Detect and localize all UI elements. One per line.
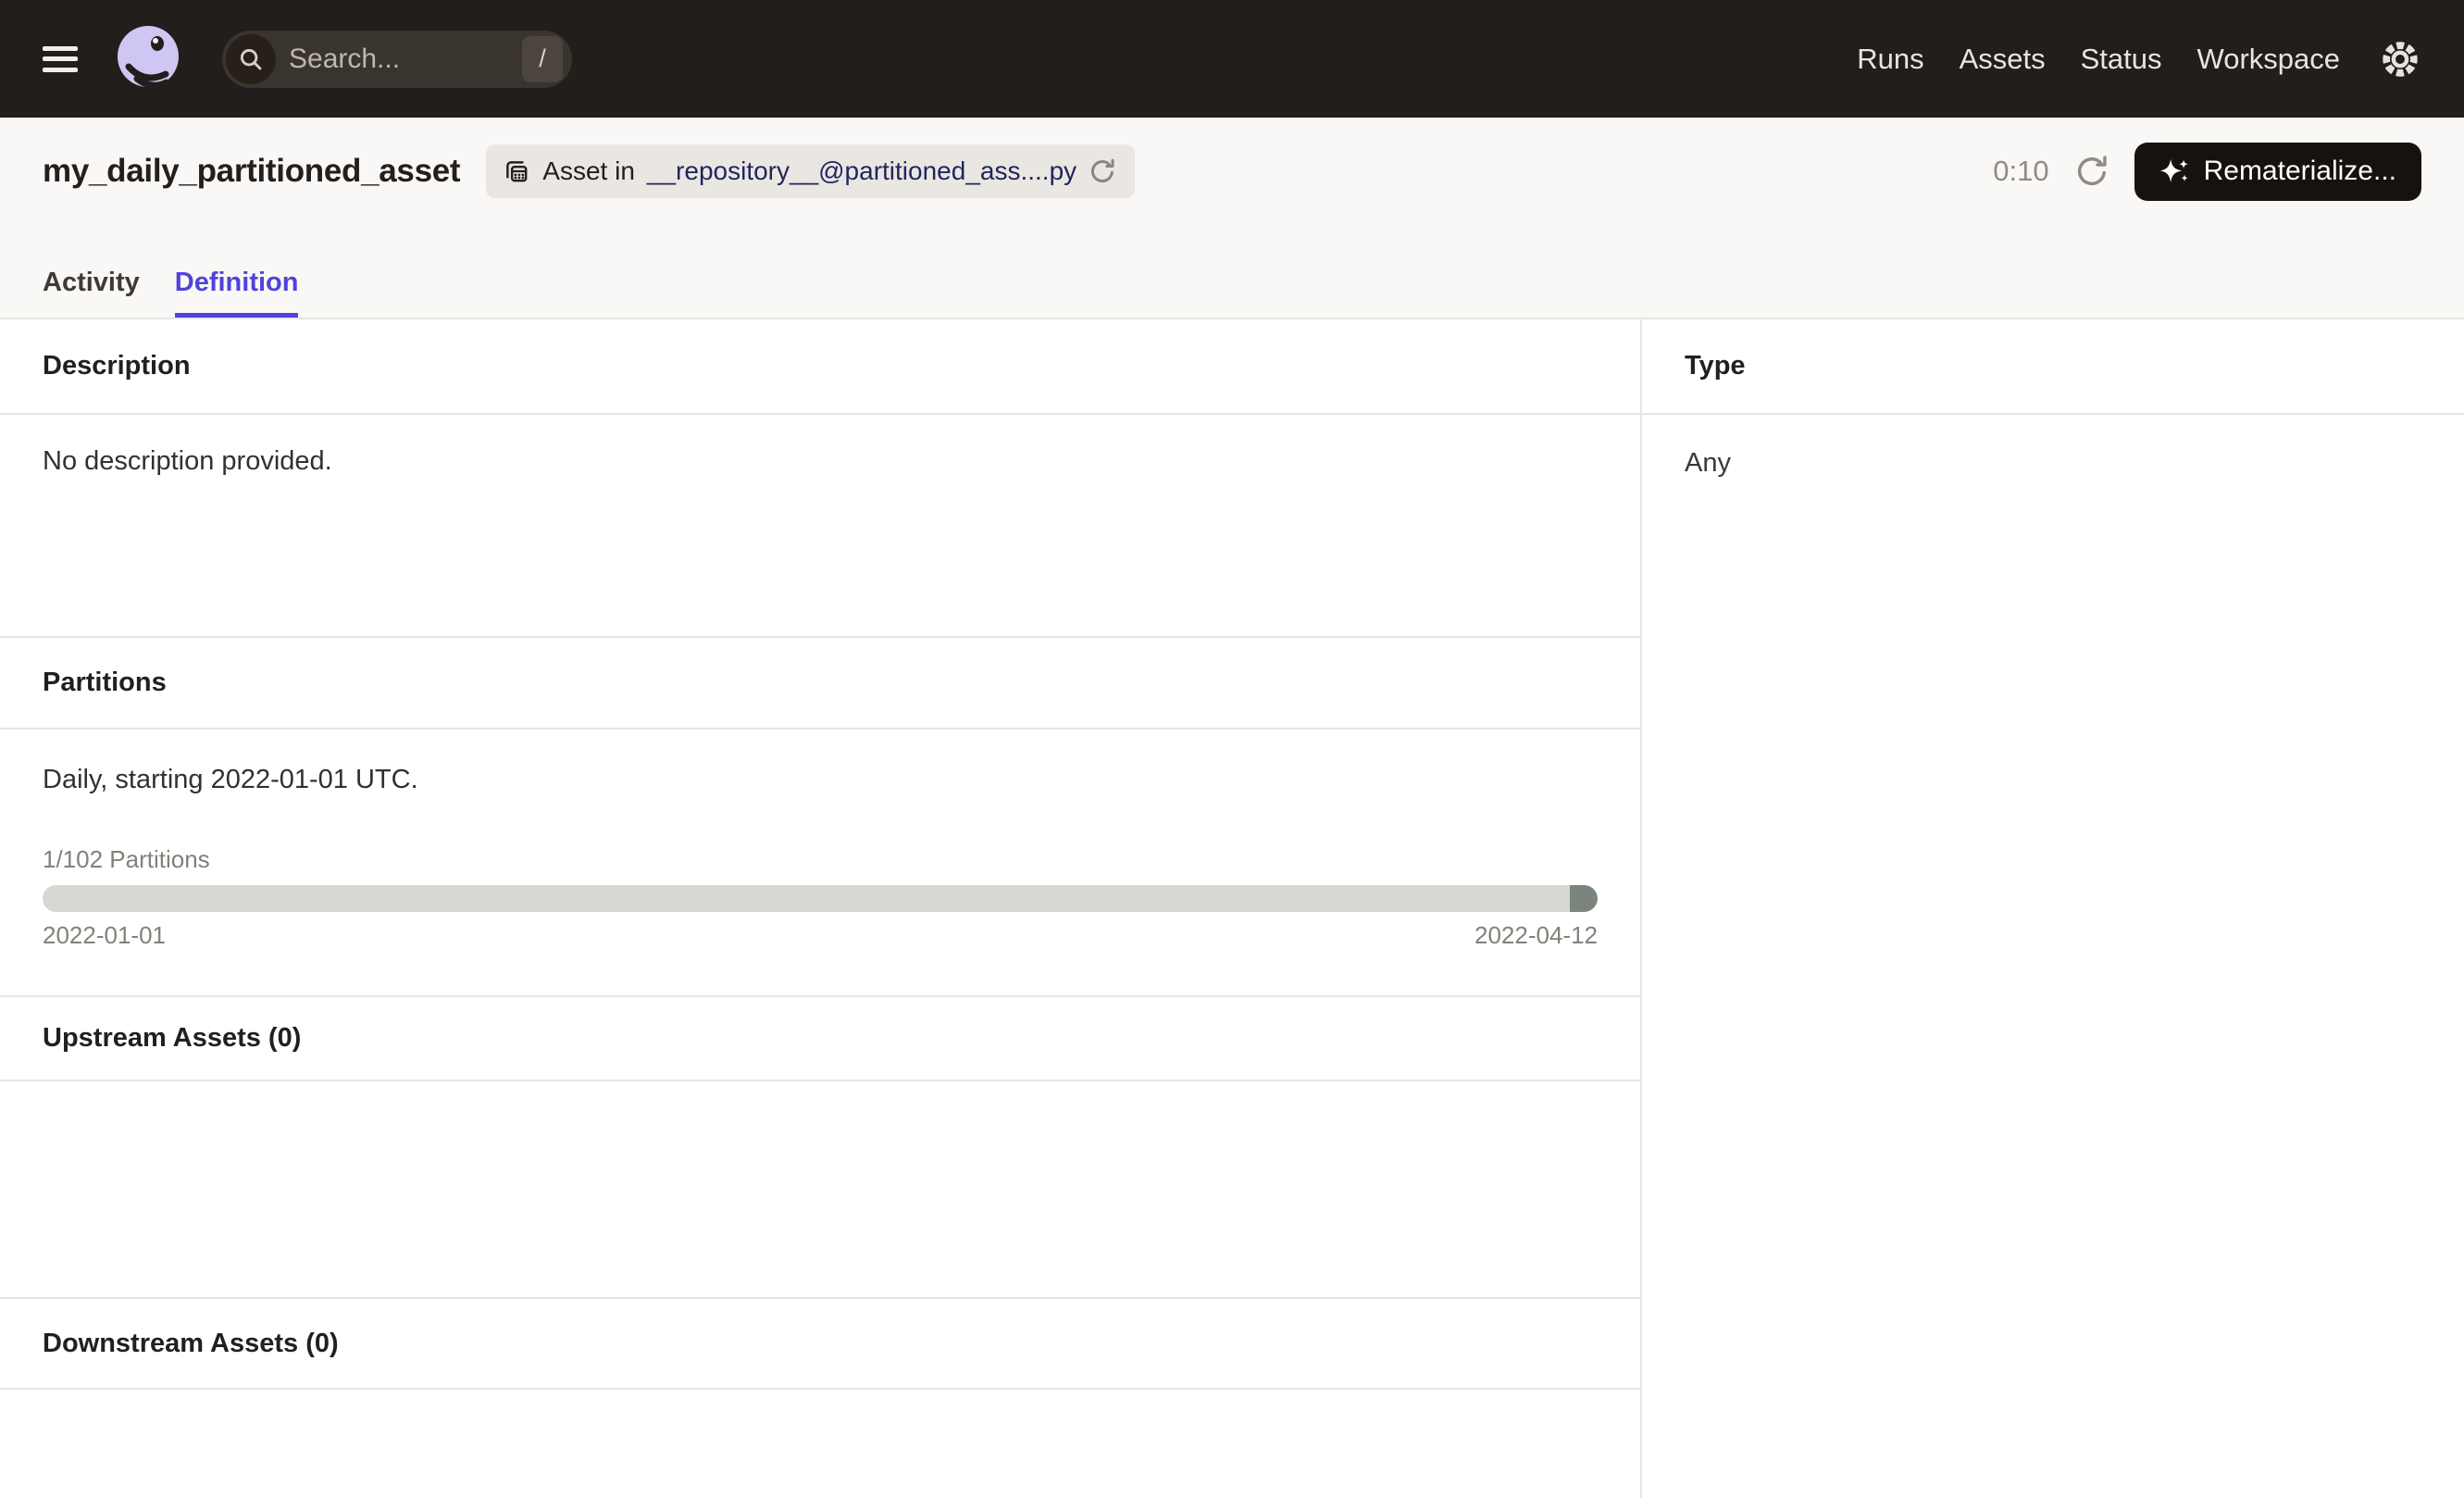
page-title: my_daily_partitioned_asset — [43, 153, 460, 190]
search-input[interactable] — [276, 44, 522, 75]
partitions-heading: Partitions — [43, 668, 167, 698]
partitions-section-header: Partitions — [0, 638, 1640, 730]
refresh-icon[interactable] — [2073, 153, 2110, 190]
partition-health-bar — [43, 885, 1598, 912]
description-section-header: Description — [0, 319, 1640, 415]
hamburger-menu-icon[interactable] — [43, 46, 78, 72]
upstream-section-body — [0, 1081, 1640, 1299]
partition-range-end: 2022-04-12 — [1475, 921, 1598, 950]
type-value: Any — [1642, 415, 2464, 479]
refresh-countdown: 0:10 — [1993, 155, 2048, 188]
asset-badge-prefix: Asset in — [542, 156, 635, 186]
tab-definition[interactable]: Definition — [175, 268, 299, 318]
tab-bar: Activity Definition — [43, 268, 298, 318]
page-header: my_daily_partitioned_asset Asset in __re… — [0, 118, 2464, 319]
type-heading: Type — [1685, 351, 1746, 381]
left-column: Description No description provided. Par… — [0, 319, 1642, 1498]
app-window: / Runs Assets Status Workspace my_daily_… — [0, 0, 2464, 1498]
nav-runs[interactable]: Runs — [1857, 43, 1923, 76]
gear-icon[interactable] — [2379, 38, 2421, 81]
asset-group-icon — [503, 157, 530, 185]
reload-repository-icon[interactable] — [1089, 156, 1118, 186]
partition-progress-label: 1/102 Partitions — [43, 845, 1598, 874]
definition-content: Description No description provided. Par… — [0, 319, 2464, 1498]
nav-status[interactable]: Status — [2081, 43, 2162, 76]
asset-origin-link[interactable]: __repository__@partitioned_ass....py — [647, 156, 1076, 186]
partition-health-bar-fill — [1570, 885, 1598, 912]
tab-activity[interactable]: Activity — [43, 268, 140, 318]
type-section-header: Type — [1642, 319, 2464, 415]
rematerialize-label: Rematerialize... — [2204, 156, 2396, 187]
description-text: No description provided. — [43, 415, 1598, 477]
partition-range-start: 2022-01-01 — [43, 921, 166, 950]
nav-workspace[interactable]: Workspace — [2197, 43, 2341, 76]
asset-origin-badge: Asset in __repository__@partitioned_ass.… — [486, 144, 1135, 198]
downstream-heading: Downstream Assets (0) — [43, 1329, 339, 1359]
top-nav-bar: / Runs Assets Status Workspace — [0, 0, 2464, 118]
partitions-section-body: Daily, starting 2022-01-01 UTC. 1/102 Pa… — [0, 730, 1640, 997]
right-column: Type Any — [1642, 319, 2464, 1498]
nav-assets[interactable]: Assets — [1960, 43, 2046, 76]
upstream-section-header: Upstream Assets (0) — [0, 997, 1640, 1081]
upstream-heading: Upstream Assets (0) — [43, 1023, 301, 1054]
downstream-section-body — [0, 1390, 1640, 1498]
dagster-logo-icon[interactable] — [113, 24, 183, 94]
partition-definition-text: Daily, starting 2022-01-01 UTC. — [43, 730, 1598, 795]
search-icon — [226, 34, 276, 84]
description-heading: Description — [43, 351, 191, 381]
sparkle-icon — [2159, 156, 2191, 187]
rematerialize-button[interactable]: Rematerialize... — [2134, 143, 2421, 201]
search-shortcut-key: / — [522, 36, 563, 82]
downstream-section-header: Downstream Assets (0) — [0, 1299, 1640, 1390]
description-section-body: No description provided. — [0, 415, 1640, 638]
search-box: / — [222, 31, 572, 88]
top-nav-links: Runs Assets Status Workspace — [1857, 43, 2340, 76]
